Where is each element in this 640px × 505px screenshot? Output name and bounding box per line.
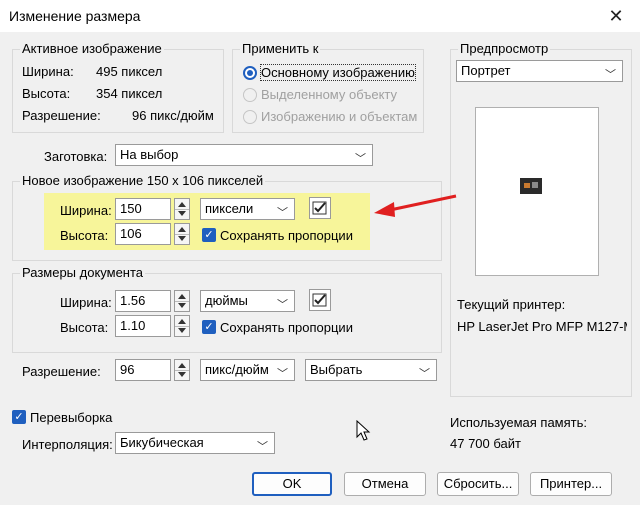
radio-image-and-objects[interactable] bbox=[243, 110, 257, 124]
close-icon[interactable]: ✕ bbox=[603, 4, 629, 28]
new-width-input[interactable]: 150 bbox=[115, 198, 171, 220]
resolution-choose-select[interactable]: Выбрать ﹀ bbox=[305, 359, 437, 381]
active-resolution-label: Разрешение: bbox=[22, 108, 101, 123]
annotation-arrow-icon bbox=[374, 194, 457, 217]
new-link-ratio-button[interactable] bbox=[309, 197, 331, 219]
interpolation-value: Бикубическая bbox=[120, 435, 204, 450]
resolution-stepper[interactable] bbox=[174, 359, 190, 381]
new-height-input[interactable]: 106 bbox=[115, 223, 171, 245]
doc-width-input[interactable]: 1.56 bbox=[115, 290, 171, 312]
memory-value: 47 700 байт bbox=[450, 436, 521, 451]
chevron-down-icon: ﹀ bbox=[605, 69, 616, 81]
active-width-label: Ширина: bbox=[22, 64, 74, 79]
chevron-down-icon: ﹀ bbox=[277, 299, 288, 311]
window-title: Изменение размера bbox=[9, 8, 141, 24]
radio-image-and-objects-label[interactable]: Изображению и объектам bbox=[261, 109, 417, 124]
preview-legend: Предпросмотр bbox=[458, 41, 551, 56]
reset-button[interactable]: Сбросить... bbox=[437, 472, 519, 496]
link-check-icon bbox=[312, 201, 327, 215]
doc-unit-select[interactable]: дюймы ﹀ bbox=[200, 290, 295, 312]
preset-label: Заготовка: bbox=[44, 149, 108, 164]
resample-checkbox[interactable]: ✓ bbox=[12, 410, 26, 424]
orientation-value: Портрет bbox=[461, 63, 511, 78]
cancel-button[interactable]: Отмена bbox=[344, 472, 426, 496]
resolution-unit-value: пикс/дюйм bbox=[205, 362, 269, 377]
radio-main-image-label[interactable]: Основному изображению bbox=[260, 64, 416, 81]
doc-keep-ratio-label[interactable]: Сохранять пропорции bbox=[220, 320, 353, 335]
preview-image-thumbnail bbox=[520, 178, 542, 194]
chevron-down-icon: ﹀ bbox=[277, 368, 288, 380]
interpolation-select[interactable]: Бикубическая ﹀ bbox=[115, 432, 275, 454]
orientation-select[interactable]: Портрет ﹀ bbox=[456, 60, 623, 82]
document-size-group bbox=[12, 273, 442, 353]
doc-unit-value: дюймы bbox=[205, 293, 248, 308]
printer-button[interactable]: Принтер... bbox=[530, 472, 612, 496]
radio-selected-object[interactable] bbox=[243, 88, 257, 102]
active-resolution-value: 96 пикс/дюйм bbox=[132, 108, 214, 123]
doc-width-label: Ширина: bbox=[60, 295, 112, 310]
chevron-down-icon: ﹀ bbox=[277, 207, 288, 219]
printer-name: HP LaserJet Pro MFP M127-M bbox=[457, 319, 627, 334]
resolution-choose-value: Выбрать bbox=[310, 362, 363, 377]
active-height-value: 354 пиксел bbox=[96, 86, 163, 101]
thumbnail-detail bbox=[532, 182, 538, 188]
radio-main-image[interactable] bbox=[243, 66, 257, 80]
apply-to-legend: Применить к bbox=[240, 41, 321, 56]
new-height-label: Высота: bbox=[60, 228, 109, 243]
link-check-icon bbox=[312, 293, 327, 307]
new-height-stepper[interactable] bbox=[174, 223, 190, 245]
new-image-legend: Новое изображение 150 x 106 пикселей bbox=[20, 173, 266, 188]
new-keep-ratio-checkbox[interactable]: ✓ bbox=[202, 228, 216, 242]
chevron-down-icon: ﹀ bbox=[419, 368, 430, 380]
active-width-value: 495 пиксел bbox=[96, 64, 163, 79]
doc-height-stepper[interactable] bbox=[174, 315, 190, 337]
doc-height-input[interactable]: 1.10 bbox=[115, 315, 171, 337]
preset-value: На выбор bbox=[120, 147, 179, 162]
new-width-stepper[interactable] bbox=[174, 198, 190, 220]
chevron-down-icon: ﹀ bbox=[355, 153, 366, 165]
active-height-label: Высота: bbox=[22, 86, 71, 101]
radio-selected-object-label[interactable]: Выделенному объекту bbox=[261, 87, 397, 102]
thumbnail-detail bbox=[524, 183, 530, 188]
resolution-unit-select[interactable]: пикс/дюйм ﹀ bbox=[200, 359, 295, 381]
doc-link-ratio-button[interactable] bbox=[309, 289, 331, 311]
new-unit-value: пиксели bbox=[205, 201, 254, 216]
ok-button[interactable]: OK bbox=[252, 472, 332, 496]
new-width-label: Ширина: bbox=[60, 203, 112, 218]
document-size-legend: Размеры документа bbox=[20, 265, 146, 280]
preset-select[interactable]: На выбор ﹀ bbox=[115, 144, 373, 166]
resolution-input[interactable]: 96 bbox=[115, 359, 171, 381]
memory-label: Используемая память: bbox=[450, 415, 587, 430]
doc-keep-ratio-checkbox[interactable]: ✓ bbox=[202, 320, 216, 334]
interpolation-label: Интерполяция: bbox=[22, 437, 113, 452]
printer-label: Текущий принтер: bbox=[457, 297, 566, 312]
doc-width-stepper[interactable] bbox=[174, 290, 190, 312]
preview-page bbox=[475, 107, 599, 276]
mouse-cursor-icon bbox=[356, 420, 371, 441]
resample-label[interactable]: Перевыборка bbox=[30, 410, 112, 425]
chevron-down-icon: ﹀ bbox=[257, 441, 268, 453]
doc-height-label: Высота: bbox=[60, 320, 109, 335]
new-unit-select[interactable]: пиксели ﹀ bbox=[200, 198, 295, 220]
new-keep-ratio-label[interactable]: Сохранять пропорции bbox=[220, 228, 353, 243]
resolution-label: Разрешение: bbox=[22, 364, 101, 379]
active-image-legend: Активное изображение bbox=[20, 41, 164, 56]
